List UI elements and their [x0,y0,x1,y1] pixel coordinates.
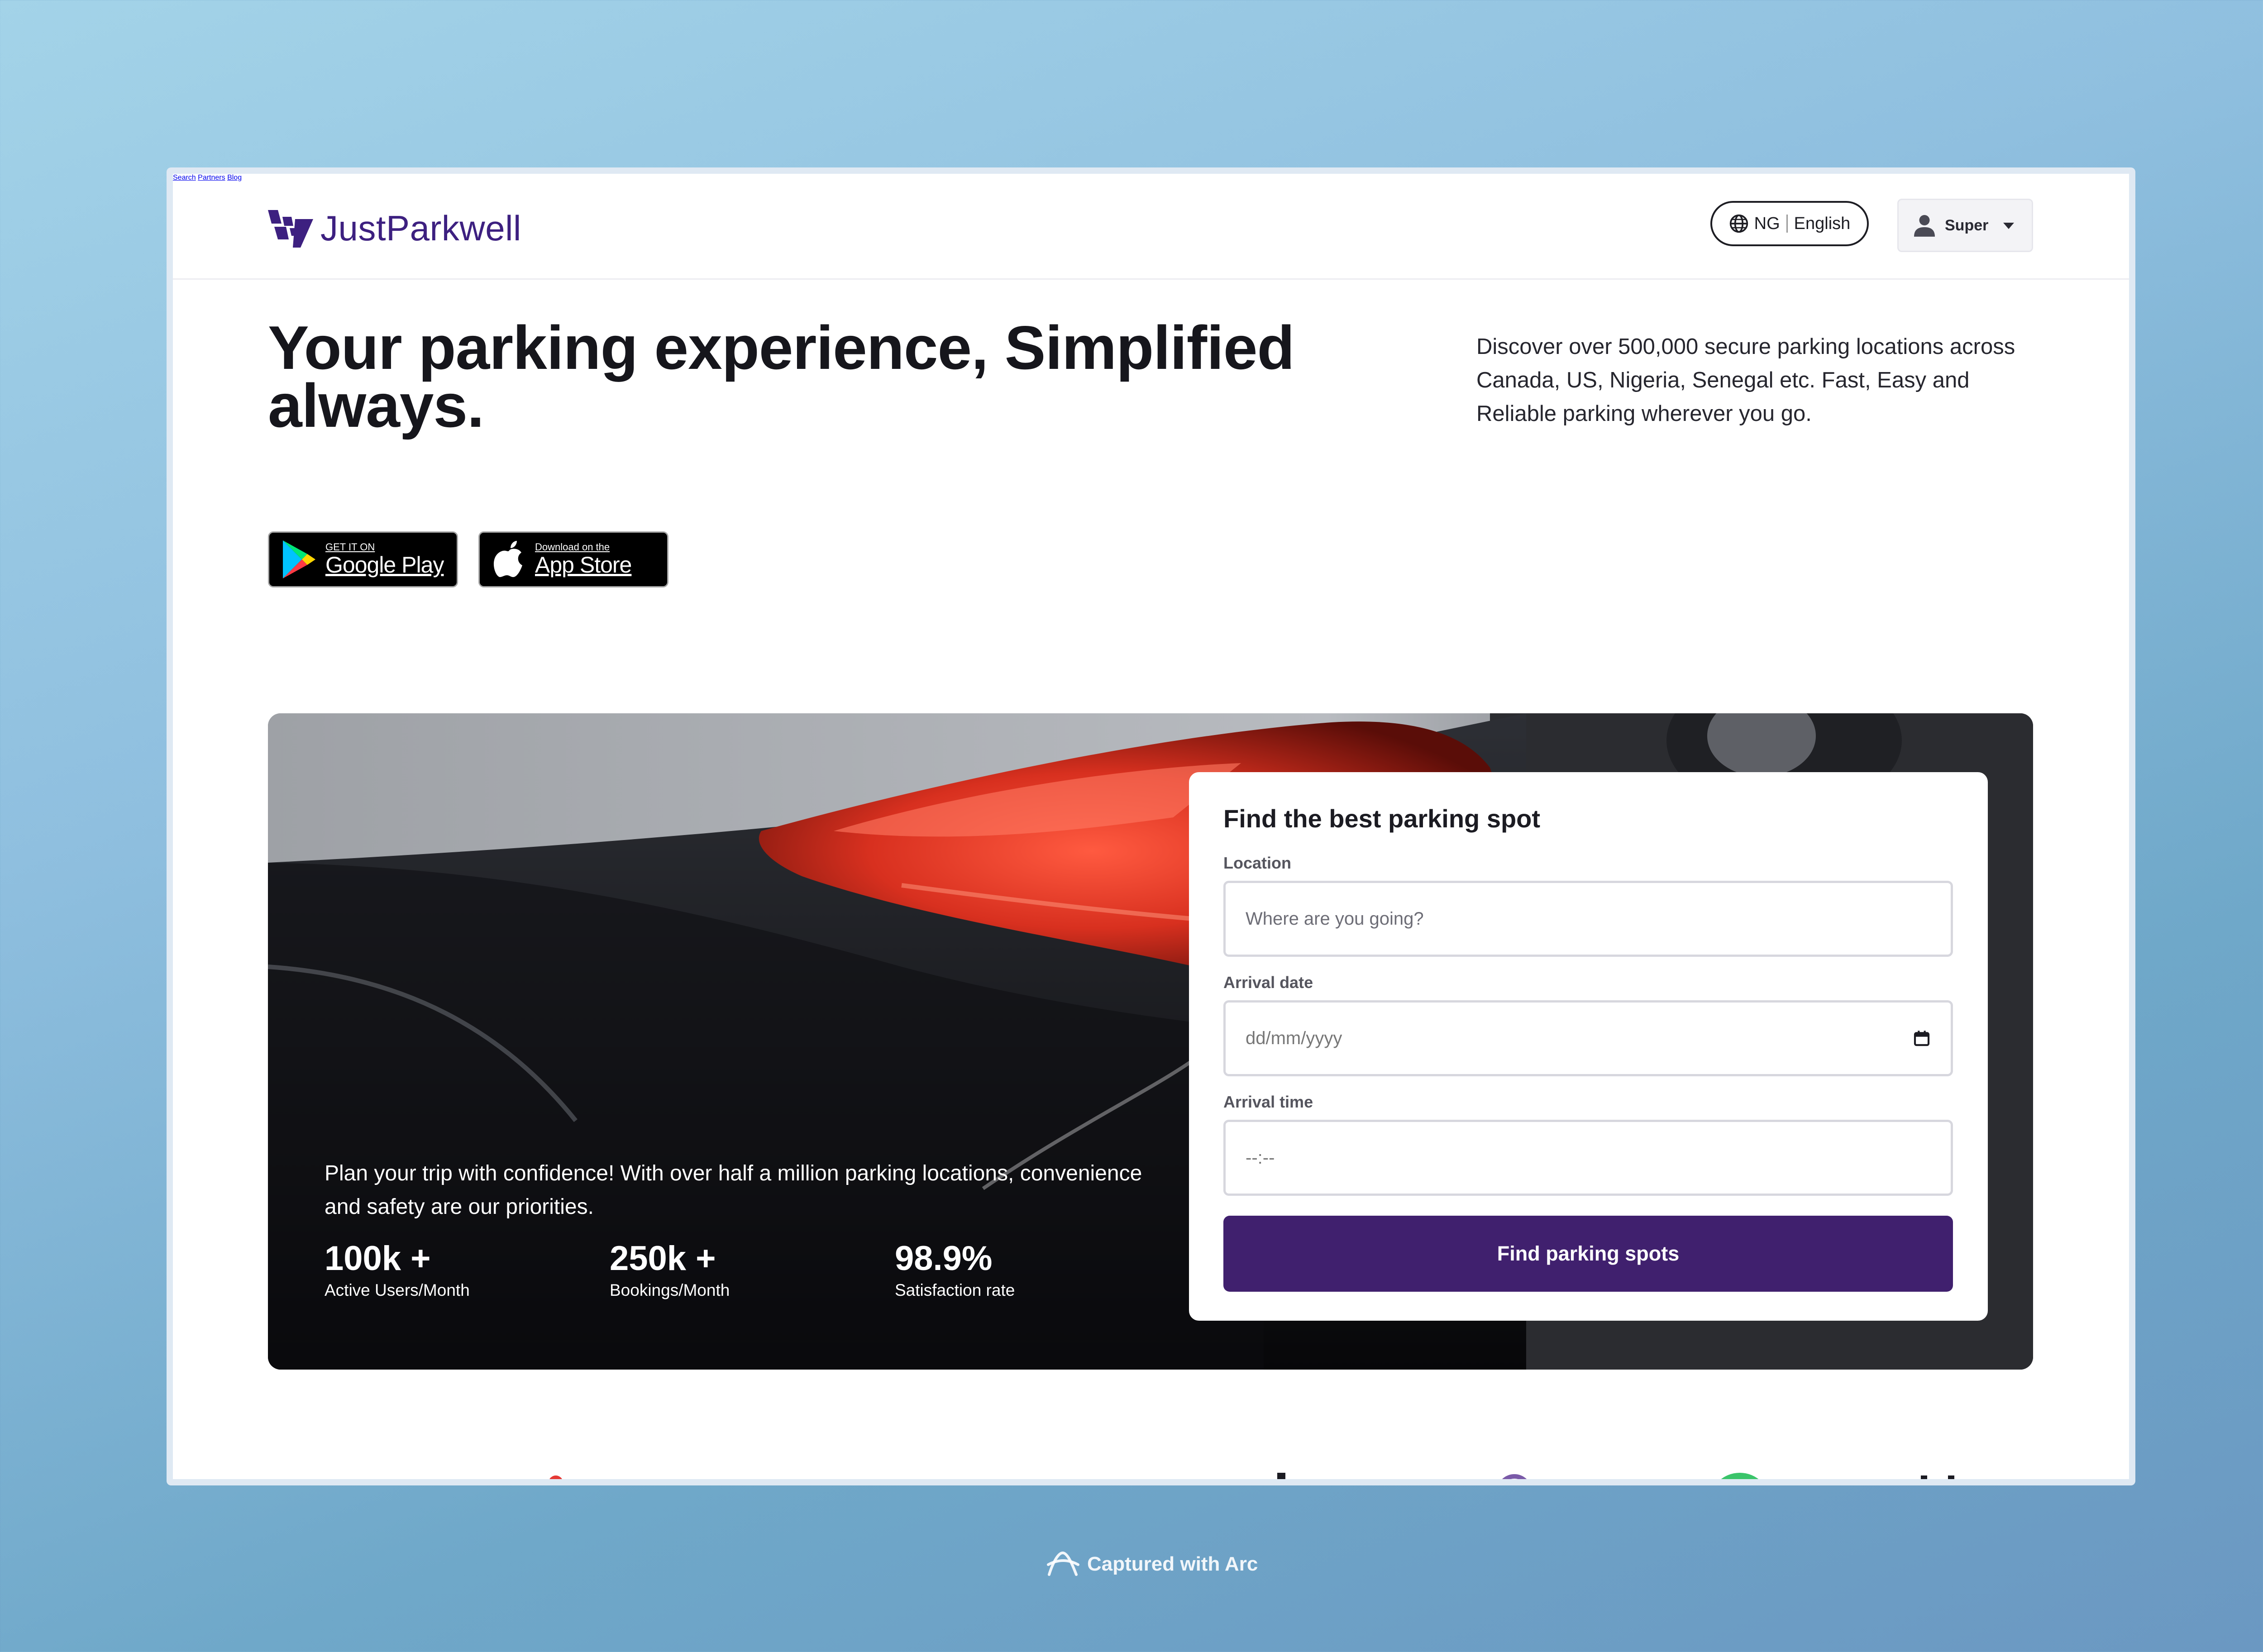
locale-divider [1786,215,1788,233]
stat-satisfaction: 98.9% Satisfaction rate [895,1238,1015,1302]
user-icon [1914,215,1935,237]
stat-value: 250k + [610,1239,716,1278]
hero-banner: Plan your trip with confidence! With ove… [268,713,2033,1370]
partner-logo-1 [549,1475,562,1479]
user-menu-button[interactable]: Super [1897,199,2033,252]
chevron-down-icon [2003,223,2015,229]
arrival-time-placeholder: --:-- [1246,1147,1275,1168]
partner-logo-5 [1721,1473,1759,1479]
partner-logos-cropped [549,1473,1954,1485]
partner-logo-3 [1196,1479,1204,1485]
google-play-icon [283,540,315,578]
nav-item-blog[interactable]: Blog [227,174,242,181]
arrival-date-label: Arrival date [1223,973,1313,992]
partner-logo-6 [1857,1482,1863,1485]
location-label: Location [1223,854,1291,872]
google-play-badge[interactable]: GET IT ON Google Play [268,531,458,587]
stat-label: Active Users/Month [325,1281,470,1299]
app-store-small-label: Download on the [535,541,610,553]
app-store-badge[interactable]: Download on the App Store [478,531,668,587]
arrival-date-input[interactable]: dd/mm/yyyy [1223,1000,1953,1076]
locale-country: NG [1754,214,1780,233]
form-title: Find the best parking spot [1223,804,1541,833]
google-play-text: GET IT ON Google Play [325,541,444,578]
browser-window: JustParkwell Search Partners Blog NG Eng… [167,167,2135,1485]
captured-with-arc: Captured with Arc [1045,1549,1258,1579]
app-store-big-label: App Store [535,552,632,578]
globe-icon [1729,214,1748,233]
parking-search-form: Find the best parking spot Location Arri… [1189,772,1988,1321]
nav-item-search[interactable]: Search [173,174,196,181]
captured-with-arc-label: Captured with Arc [1087,1553,1258,1575]
partner-logo-4 [1502,1474,1527,1479]
calendar-icon[interactable] [1913,1029,1931,1047]
arrival-time-input[interactable]: --:-- [1223,1120,1953,1196]
stat-bookings: 250k + Bookings/Month [610,1238,730,1302]
brand-logo[interactable]: JustParkwell [268,205,521,251]
stat-active-users: 100k + Active Users/Month [325,1238,470,1302]
arrival-time-label: Arrival time [1223,1093,1313,1111]
hero-description: Discover over 500,000 secure parking loc… [1476,334,2015,426]
locale-language: English [1794,214,1851,233]
site-header: JustParkwell Search Partners Blog NG Eng… [173,174,2129,280]
locale-selector[interactable]: NG English [1710,201,1869,246]
brand-name: JustParkwell [320,208,521,248]
apple-icon [493,541,522,577]
stat-value: 98.9% [895,1239,993,1278]
location-input[interactable] [1223,881,1953,957]
logo-icon [268,210,313,248]
banner-description: Plan your trip with confidence! With ove… [325,1161,1142,1219]
nav-item-partners[interactable]: Partners [198,174,225,181]
stat-value: 100k + [325,1239,431,1278]
google-play-big-label: Google Play [325,552,444,578]
user-name: Super [1945,216,1989,234]
hero-title: Your parking experience, Simplified alwa… [268,313,1295,440]
arc-logo-icon [1047,1551,1079,1576]
partner-logos-strip [173,1459,2129,1485]
stat-label: Bookings/Month [610,1281,730,1299]
google-play-small-label: GET IT ON [325,541,375,553]
app-store-text: Download on the App Store [535,541,632,578]
partner-logo-2 [994,1484,1044,1485]
find-parking-button[interactable]: Find parking spots [1223,1216,1953,1292]
arrival-date-placeholder: dd/mm/yyyy [1246,1028,1342,1048]
stat-label: Satisfaction rate [895,1281,1015,1299]
